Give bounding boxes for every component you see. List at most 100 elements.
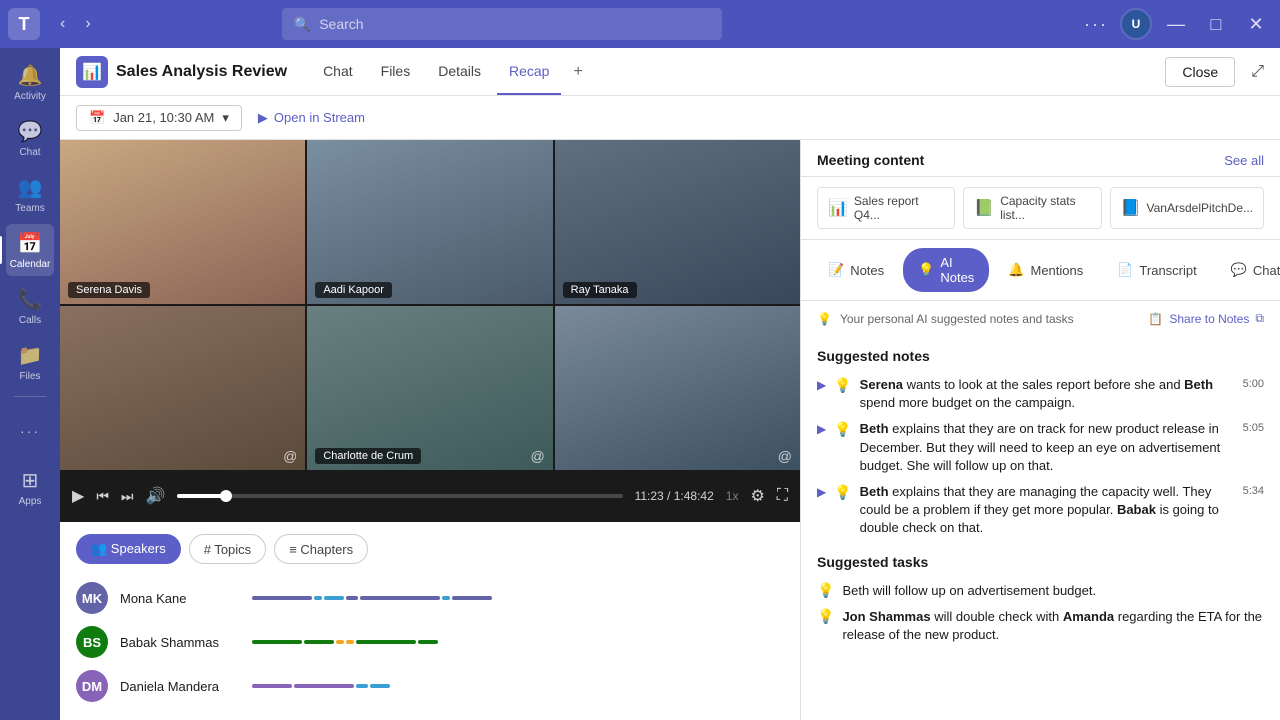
- tab-speakers[interactable]: 👥 Speakers: [76, 534, 181, 564]
- excel-icon: 📗: [974, 198, 994, 218]
- speaker-name-mona: Mona Kane: [120, 591, 240, 606]
- note-time-3: 5:34: [1243, 485, 1264, 497]
- word-icon: 📘: [1121, 198, 1141, 218]
- video-cell-serena: Serena Davis: [60, 140, 305, 304]
- progress-bar-bg[interactable]: [177, 494, 622, 498]
- tab-chapters[interactable]: ≡ Chapters: [274, 534, 368, 564]
- speaker-row-babak: BS Babak Shammas: [76, 620, 784, 664]
- tab-mentions[interactable]: 🔔 Mentions: [993, 248, 1098, 292]
- video-controls: ▶ ⏮ ⏭ 🔊 11:23 / 1:48:42 1x ⚙ ⛶: [60, 470, 800, 522]
- dk-icon: @: [778, 448, 792, 464]
- share-notes-label: Share to Notes: [1169, 312, 1249, 326]
- close-window-button[interactable]: ✕: [1240, 8, 1272, 40]
- rewind-button[interactable]: ⏮: [96, 488, 109, 505]
- sidebar-label-calls: Calls: [19, 315, 41, 326]
- tab-ai-notes[interactable]: 💡 AI Notes: [903, 248, 989, 292]
- mentions-tab-label: Mentions: [1030, 263, 1083, 278]
- right-panel: Meeting content See all 📊 Sales report Q…: [800, 140, 1280, 720]
- tab-topics[interactable]: # Topics: [189, 534, 266, 564]
- settings-button[interactable]: ⚙: [750, 486, 764, 506]
- more-options-button[interactable]: ···: [1080, 8, 1112, 40]
- minimize-button[interactable]: —: [1160, 8, 1192, 40]
- see-all-link[interactable]: See all: [1224, 153, 1264, 168]
- share-notes-button[interactable]: 📋 Share to Notes ⧉: [1148, 311, 1264, 326]
- note-bulb-2: 💡: [834, 421, 851, 438]
- speaker-row-daniela: DM Daniela Mandera: [76, 664, 784, 708]
- sidebar-label-apps: Apps: [19, 496, 42, 507]
- quality-icon[interactable]: 1x: [726, 489, 739, 503]
- fullscreen-button[interactable]: ⛶: [777, 487, 788, 505]
- speaker-name-daniela: Daniela Mandera: [120, 679, 240, 694]
- window-controls: ··· U — □ ✕: [1080, 8, 1272, 40]
- tab-files[interactable]: Files: [369, 48, 423, 95]
- expand-note-2-icon[interactable]: ▶: [817, 422, 826, 436]
- search-bar[interactable]: 🔍: [282, 8, 722, 40]
- open-stream-button[interactable]: ▶ Open in Stream: [258, 110, 365, 126]
- sidebar-item-activity[interactable]: 🔔 Activity: [6, 56, 54, 108]
- ai-bulb-icon: 💡: [918, 262, 934, 278]
- speaker-row-mona: MK Mona Kane: [76, 576, 784, 620]
- content-area: Serena Davis Aadi Kapoor Ray Tanaka: [60, 140, 1280, 720]
- tab-notes[interactable]: 📝 Notes: [813, 248, 899, 292]
- share-icon: 📋: [1148, 312, 1163, 326]
- serena-name-badge: Serena Davis: [68, 282, 150, 298]
- time-display: 11:23 / 1:48:42: [635, 489, 714, 503]
- expand-note-3-icon[interactable]: ▶: [817, 485, 826, 499]
- stream-icon: ▶: [258, 110, 268, 126]
- avatar[interactable]: U: [1120, 8, 1152, 40]
- video-grid: Serena Davis Aadi Kapoor Ray Tanaka: [60, 140, 800, 470]
- suggested-notes-title: Suggested notes: [817, 348, 1264, 364]
- back-button[interactable]: ‹: [52, 11, 73, 37]
- bar: [370, 684, 390, 688]
- tab-recap[interactable]: Recap: [497, 48, 561, 95]
- aadi-name-badge: Aadi Kapoor: [315, 282, 392, 298]
- add-tab-button[interactable]: +: [565, 48, 590, 95]
- tab-chat[interactable]: Chat: [311, 48, 365, 95]
- speaker-name-babak: Babak Shammas: [120, 635, 240, 650]
- forward-button[interactable]: ›: [77, 11, 98, 37]
- video-cell-danielle-k: @: [555, 306, 800, 470]
- note-item-2: ▶ 💡 Beth explains that they are on track…: [817, 416, 1264, 479]
- sidebar-item-apps[interactable]: ⊞ Apps: [6, 461, 54, 513]
- sidebar-item-files[interactable]: 📁 Files: [6, 336, 54, 388]
- calendar-small-icon: 📅: [89, 110, 105, 126]
- fast-forward-button[interactable]: ⏭: [121, 488, 134, 505]
- mute-button[interactable]: 🔊: [146, 486, 166, 506]
- app-logo: T: [8, 8, 40, 40]
- bar: [314, 596, 322, 600]
- close-meeting-button[interactable]: Close: [1165, 57, 1235, 87]
- task-item-2: 💡 Jon Shammas will double check with Ama…: [817, 604, 1264, 648]
- file-capacity-stats[interactable]: 📗 Capacity stats list...: [963, 187, 1101, 229]
- expand-button[interactable]: ⤢: [1251, 63, 1264, 81]
- sidebar-item-calendar[interactable]: 📅 Calendar: [6, 224, 54, 276]
- sidebar-item-more[interactable]: ···: [6, 405, 54, 457]
- tab-transcript[interactable]: 📄 Transcript: [1102, 248, 1212, 292]
- progress-bar-container[interactable]: [177, 494, 622, 498]
- tab-chat-right[interactable]: 💬 Chat: [1216, 248, 1280, 292]
- bar: [356, 684, 368, 688]
- sidebar-item-teams[interactable]: 👥 Teams: [6, 168, 54, 220]
- bar: [360, 596, 440, 600]
- date-selector[interactable]: 📅 Jan 21, 10:30 AM ▾: [76, 105, 242, 131]
- sidebar-label-chat: Chat: [19, 147, 40, 158]
- maximize-button[interactable]: □: [1200, 8, 1232, 40]
- tab-details[interactable]: Details: [426, 48, 493, 95]
- play-button[interactable]: ▶: [72, 486, 84, 506]
- video-cell-aadi: Aadi Kapoor: [307, 140, 552, 304]
- file-sales-report[interactable]: 📊 Sales report Q4...: [817, 187, 955, 229]
- sidebar-item-calls[interactable]: 📞 Calls: [6, 280, 54, 332]
- note-item-3: ▶ 💡 Beth explains that they are managing…: [817, 479, 1264, 542]
- video-cell-charlotte: Charlotte de Crum @: [307, 306, 552, 470]
- task-item-1: 💡 Beth will follow up on advertisement b…: [817, 578, 1264, 604]
- mic-icon: @: [283, 448, 297, 464]
- sidebar-item-chat[interactable]: 💬 Chat: [6, 112, 54, 164]
- note-text-3: Beth explains that they are managing the…: [860, 483, 1231, 538]
- file-pitch-deck[interactable]: 📘 VanArsdelPitchDe...: [1110, 187, 1264, 229]
- sidebar-divider: [14, 396, 46, 397]
- sub-header: 📅 Jan 21, 10:30 AM ▾ ▶ Open in Stream: [60, 96, 1280, 140]
- personal-note-label: 💡 Your personal AI suggested notes and t…: [817, 312, 1074, 326]
- sidebar-label-calendar: Calendar: [10, 259, 51, 270]
- expand-note-1-icon[interactable]: ▶: [817, 378, 826, 392]
- search-input[interactable]: [319, 16, 710, 32]
- ray-name-badge: Ray Tanaka: [563, 282, 637, 298]
